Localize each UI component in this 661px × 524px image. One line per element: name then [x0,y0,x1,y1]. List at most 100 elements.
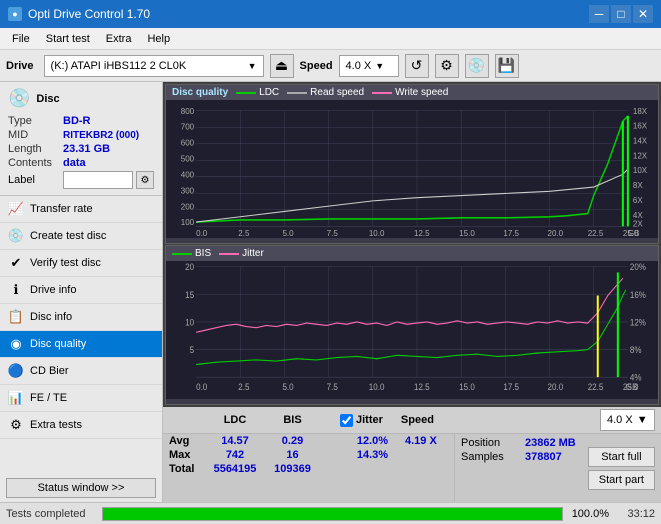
nav-verify-disc-label: Verify test disc [30,257,101,269]
type-label: Type [8,115,63,127]
drive-dropdown[interactable]: (K:) ATAPI iHBS112 2 CL0K ▼ [44,55,264,77]
svg-text:5.0: 5.0 [282,381,293,392]
speed-dropdown[interactable]: 4.0 X ▼ [339,55,399,77]
minimize-button[interactable]: ─ [589,5,609,23]
nav-verify-test-disc[interactable]: ✔ Verify test disc [0,250,162,277]
samples-value: 378807 [525,451,562,463]
eject-button[interactable]: ⏏ [270,54,294,78]
drive-value: (K:) ATAPI iHBS112 2 CL0K [51,60,187,72]
length-value: 23.31 GB [63,143,154,155]
menu-extra[interactable]: Extra [98,31,140,47]
contents-label: Contents [8,157,63,169]
stats-right: Position 23862 MB Samples 378807 [454,434,582,502]
max-bis: 16 [265,449,320,461]
position-label: Position [461,437,521,449]
titlebar-controls[interactable]: ─ □ ✕ [589,5,653,23]
transfer-rate-icon: 📈 [8,201,24,217]
svg-text:700: 700 [181,123,195,132]
content-area: Disc quality LDC Read speed Write speed [163,82,661,502]
nav-create-test-disc[interactable]: 💿 Create test disc [0,223,162,250]
svg-text:10.0: 10.0 [369,229,385,238]
legend-ldc: LDC [236,87,279,98]
svg-text:400: 400 [181,170,195,179]
save-button[interactable]: 💾 [495,54,519,78]
close-button[interactable]: ✕ [633,5,653,23]
position-value: 23862 MB [525,437,576,449]
col-bis: BIS [265,414,320,426]
nav-create-disc-label: Create test disc [30,230,106,242]
total-bis: 109369 [265,463,320,475]
nav-cd-bier-label: CD Bier [30,365,69,377]
svg-text:GB: GB [626,381,638,392]
disc-header: 💿 Disc [8,88,154,109]
refresh-button[interactable]: ↺ [405,54,429,78]
svg-text:14X: 14X [633,136,648,145]
menu-file[interactable]: File [4,31,38,47]
jitter-checkbox-container: Jitter [340,414,383,427]
jitter-color-swatch [219,253,239,255]
avg-speed: 4.19 X [405,435,437,447]
nav-fe-te[interactable]: 📊 FE / TE [0,385,162,412]
nav-drive-info[interactable]: ℹ Drive info [0,277,162,304]
svg-text:100: 100 [181,218,195,227]
disc-length-row: Length 23.31 GB [8,143,154,155]
progress-bar-inner [103,508,562,520]
samples-row: Samples 378807 [461,451,576,463]
label-browse-button[interactable]: ⚙ [136,171,154,189]
stats-speed-chevron-icon: ▼ [637,414,648,426]
svg-text:17.5: 17.5 [503,381,519,392]
nav-disc-quality[interactable]: ◉ Disc quality [0,331,162,358]
samples-label: Samples [461,451,521,463]
disc-contents-row: Contents data [8,157,154,169]
stats-speed-dropdown[interactable]: 4.0 X ▼ [600,409,655,431]
jitter-checkbox[interactable] [340,414,353,427]
settings-button[interactable]: ⚙ [435,54,459,78]
disc-mid-row: MID RITEKBR2 (000) [8,129,154,141]
svg-text:8%: 8% [630,344,642,355]
svg-text:17.5: 17.5 [503,229,519,238]
mid-value: RITEKBR2 (000) [63,130,154,141]
svg-text:2.5: 2.5 [238,381,249,392]
svg-text:12%: 12% [630,317,646,328]
verify-disc-icon: ✔ [8,255,24,271]
svg-text:7.5: 7.5 [327,229,339,238]
nav-disc-info[interactable]: 📋 Disc info [0,304,162,331]
main-layout: 💿 Disc Type BD-R MID RITEKBR2 (000) Leng… [0,82,661,502]
max-row: Max 742 16 14.3% [163,448,454,462]
nav-cd-bier[interactable]: 🔵 CD Bier [0,358,162,385]
type-value: BD-R [63,115,154,127]
jitter-label: Jitter [242,248,264,259]
menu-start-test[interactable]: Start test [38,31,98,47]
svg-text:20.0: 20.0 [548,381,564,392]
status-window-button[interactable]: Status window >> [6,478,156,498]
svg-text:300: 300 [181,186,195,195]
nav-transfer-rate[interactable]: 📈 Transfer rate [0,196,162,223]
mid-label: MID [8,129,63,141]
disc-button[interactable]: 💿 [465,54,489,78]
svg-text:0.0: 0.0 [196,229,208,238]
svg-text:15.0: 15.0 [459,229,475,238]
label-label: Label [8,174,63,186]
label-input[interactable] [63,171,133,189]
chart1-title: Disc quality [172,87,228,98]
start-part-button[interactable]: Start part [588,470,655,490]
length-label: Length [8,143,63,155]
menu-help[interactable]: Help [139,31,178,47]
total-row: Total 5564195 109369 [163,462,454,476]
disc-icon: 💿 [8,88,30,109]
max-ldc: 742 [205,449,265,461]
disc-info-icon: 📋 [8,309,24,325]
ldc-label: LDC [259,87,279,98]
start-full-button[interactable]: Start full [588,447,655,467]
disc-panel: 💿 Disc Type BD-R MID RITEKBR2 (000) Leng… [0,82,162,196]
col-ldc: LDC [205,414,265,426]
nav-extra-tests[interactable]: ⚙ Extra tests [0,412,162,439]
action-buttons: Start full Start part [582,434,661,502]
svg-text:5: 5 [190,344,195,355]
maximize-button[interactable]: □ [611,5,631,23]
chart1-body: 800 700 600 500 400 300 200 100 18X 16X … [166,100,658,238]
max-label: Max [169,449,205,461]
stats-data-area: Avg 14.57 0.29 12.0% 4.19 X Max 742 16 1… [163,434,661,502]
svg-text:200: 200 [181,202,195,211]
stats-panel: LDC BIS Jitter Speed 4.0 X ▼ [163,407,661,502]
